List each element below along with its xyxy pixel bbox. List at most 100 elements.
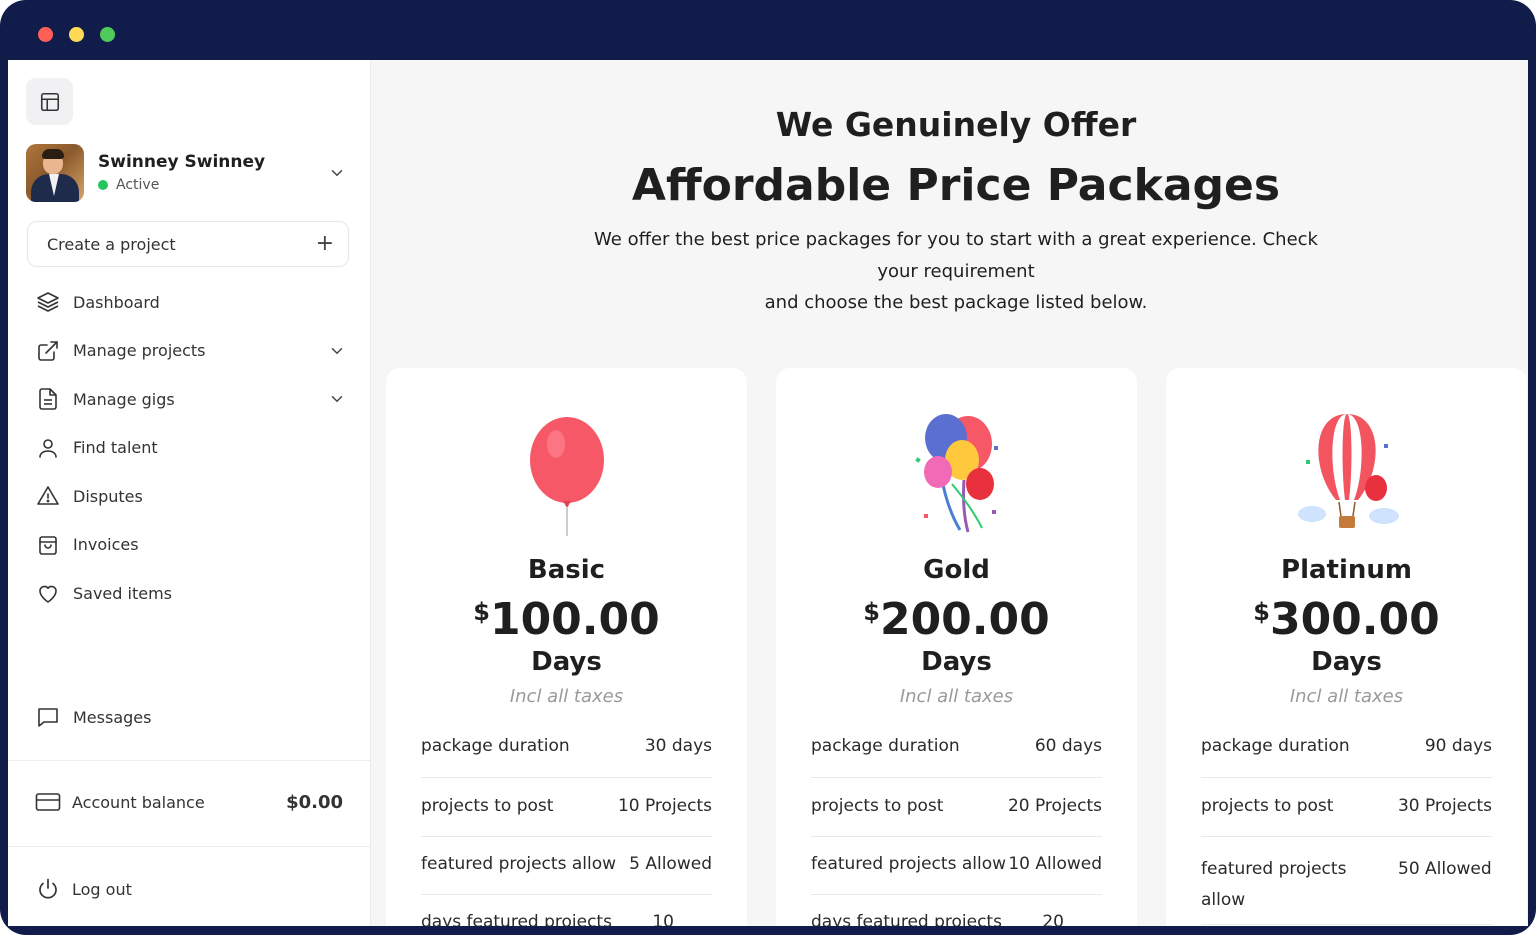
feature-value: 30 days (644, 736, 712, 756)
layout-icon (40, 92, 59, 111)
sidebar-item-label: Manage gigs (73, 389, 175, 409)
feature-label: featured projects allow (1201, 859, 1347, 910)
feature-row: featured projects allow 50 Allowed (1201, 854, 1492, 925)
section-subtitle: We Genuinely Offer (775, 105, 1137, 144)
feature-value: 50 Allowed (1398, 859, 1492, 879)
feature-row: projects to post 10 Projects (421, 796, 712, 837)
avatar (26, 144, 84, 202)
feature-row: days featured projects 20 (811, 912, 1102, 926)
sidebar-item-label: Invoices (73, 535, 139, 555)
account-balance[interactable]: Account balance $0.00 (35, 778, 343, 826)
chevron-down-icon[interactable] (328, 342, 346, 360)
feature-row: projects to post 30 Projects (1201, 796, 1492, 837)
feature-value: 10 Allowed (1008, 854, 1102, 874)
feature-value: 5 Allowed (629, 854, 712, 874)
sidebar-item-manage-gigs[interactable]: Manage gigs (36, 375, 346, 424)
feature-label: days featured projects (811, 912, 1002, 926)
sidebar-item-label: Dashboard (73, 292, 160, 312)
logout-button[interactable]: Log out (36, 865, 132, 913)
package-name: Gold (923, 555, 990, 585)
power-icon (39, 878, 57, 899)
feature-row: package duration 30 days (421, 736, 712, 778)
credit-card-icon (35, 793, 61, 811)
feature-value: 10 (652, 912, 674, 926)
currency-symbol: $ (863, 598, 880, 626)
sidebar-nav: Dashboard Manage projects Manage gigs Fi… (36, 278, 346, 618)
chevron-down-icon[interactable] (328, 164, 346, 182)
pricing-section: We Genuinely Offer Affordable Price Pack… (370, 60, 1528, 926)
feature-label: days featured projects (421, 912, 612, 926)
currency-symbol: $ (473, 598, 490, 626)
messages-label: Messages (73, 707, 152, 727)
status-text: Active (116, 177, 160, 193)
sidebar-item-invoices[interactable]: Invoices (36, 521, 346, 570)
feature-label: projects to post (811, 796, 944, 816)
section-title: Affordable Price Packages (631, 160, 1281, 211)
sidebar-item-saved-items[interactable]: Saved items (36, 569, 346, 618)
window-controls (38, 27, 115, 42)
sidebar-divider (8, 760, 370, 761)
sidebar: Swinney Swinney Active Create a project … (8, 60, 371, 926)
create-project-button[interactable]: Create a project + (27, 221, 349, 267)
description-line: We offer the best price packages for you… (594, 229, 1318, 250)
sidebar-item-label: Disputes (73, 486, 143, 506)
balloon-icon (529, 417, 604, 536)
sidebar-item-dashboard[interactable]: Dashboard (36, 278, 346, 327)
description-line: your requirement (877, 260, 1035, 282)
balloons-bunch-icon (914, 414, 998, 533)
create-project-label: Create a project (47, 234, 176, 254)
price-value: 200.00 (879, 594, 1050, 645)
app-screen: Swinney Swinney Active Create a project … (8, 60, 1528, 926)
description-line: and choose the best package listed below… (764, 292, 1148, 313)
feature-label: featured projects allow (421, 854, 617, 874)
sidebar-item-messages[interactable]: Messages (36, 693, 151, 741)
feature-label: projects to post (1201, 796, 1334, 816)
price-value: 300.00 (1269, 594, 1440, 645)
package-period: Days (531, 647, 602, 677)
warning-icon (37, 486, 59, 506)
profile-status: Active (98, 177, 159, 193)
pricing-card-platinum[interactable]: Platinum $300.00 Days Incl all taxes pac… (1166, 368, 1527, 926)
layers-icon (37, 292, 59, 313)
sidebar-item-label: Find talent (73, 438, 158, 458)
sidebar-item-disputes[interactable]: Disputes (36, 472, 346, 521)
tax-note: Incl all taxes (899, 686, 1014, 707)
feature-value: 10 Projects (617, 796, 712, 816)
package-period: Days (921, 647, 992, 677)
browser-window: Swinney Swinney Active Create a project … (0, 0, 1536, 935)
plus-icon: + (315, 231, 334, 256)
feature-value: 20 Projects (1007, 796, 1102, 816)
sidebar-toggle-button[interactable] (26, 78, 73, 125)
sidebar-item-find-talent[interactable]: Find talent (36, 424, 346, 473)
logout-label: Log out (72, 879, 132, 899)
section-description: We offer the best price packages for you… (580, 224, 1332, 319)
feature-value: 60 days (1034, 736, 1102, 756)
feature-value: 30 Projects (1397, 796, 1492, 816)
tax-note: Incl all taxes (509, 686, 624, 707)
sidebar-item-label: Saved items (73, 583, 172, 603)
feature-label: package duration (811, 736, 960, 756)
feature-label: package duration (421, 736, 570, 756)
profile-card[interactable]: Swinney Swinney Active (26, 144, 346, 204)
chevron-down-icon[interactable] (328, 390, 346, 408)
minimize-window-button[interactable] (69, 27, 84, 42)
pricing-card-gold[interactable]: Gold $200.00 Days Incl all taxes package… (776, 368, 1137, 926)
feature-row: featured projects allow 10 Allowed (811, 854, 1102, 895)
close-window-button[interactable] (38, 27, 53, 42)
status-dot-icon (98, 180, 108, 190)
maximize-window-button[interactable] (100, 27, 115, 42)
bag-icon (39, 535, 57, 555)
currency-symbol: $ (1253, 598, 1270, 626)
sidebar-item-label: Manage projects (73, 341, 206, 361)
feature-row: projects to post 20 Projects (811, 796, 1102, 837)
feature-label: package duration (1201, 736, 1350, 756)
package-period: Days (1311, 647, 1382, 677)
feature-value: 20 (1042, 912, 1064, 926)
tax-note: Incl all taxes (1289, 686, 1404, 707)
sidebar-item-manage-projects[interactable]: Manage projects (36, 327, 346, 376)
sidebar-divider (8, 846, 370, 847)
pricing-card-basic[interactable]: Basic $100.00 Days Incl all taxes packag… (386, 368, 747, 926)
document-icon (39, 388, 57, 411)
account-balance-label: Account balance (72, 792, 205, 812)
profile-name: Swinney Swinney (98, 152, 266, 172)
